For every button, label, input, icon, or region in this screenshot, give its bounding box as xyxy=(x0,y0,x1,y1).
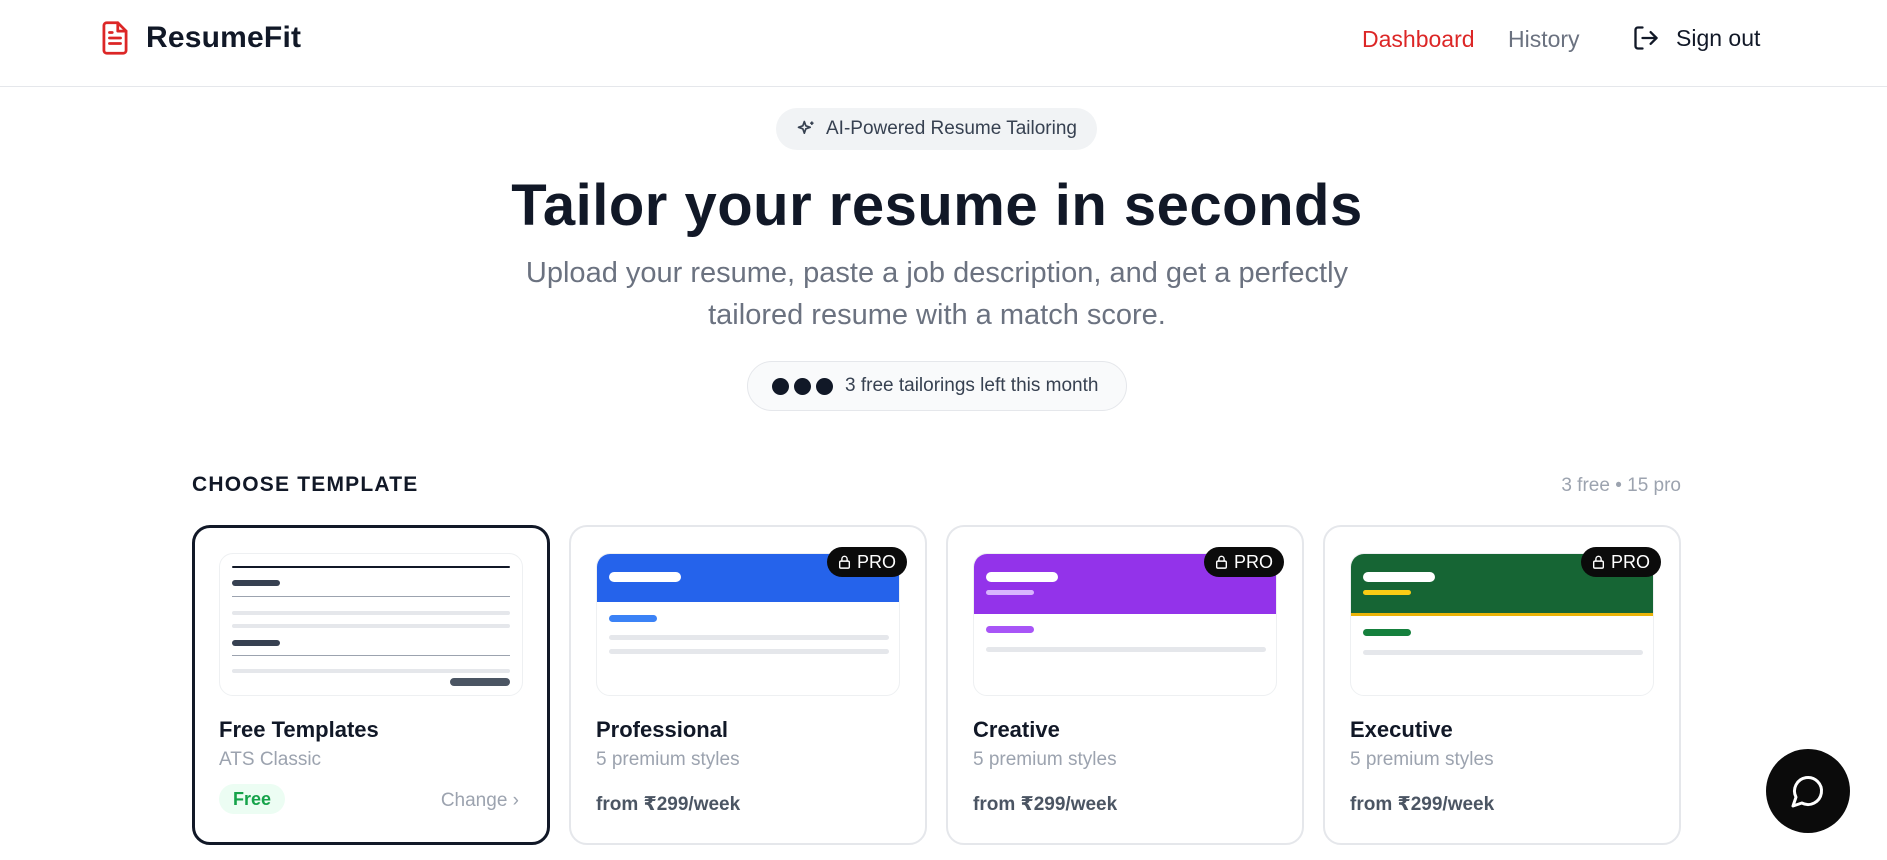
template-subtitle: 5 premium styles xyxy=(1350,749,1494,770)
template-name: Executive xyxy=(1350,717,1453,742)
quota-dot xyxy=(794,377,811,395)
lock-icon xyxy=(1215,555,1227,569)
quota-dot xyxy=(772,377,789,395)
template-price: from ₹299/week xyxy=(1350,794,1495,815)
template-name: Creative xyxy=(973,717,1060,742)
template-name: Free Templates xyxy=(219,717,379,742)
sparkle-icon xyxy=(797,120,814,134)
nav-dashboard[interactable]: Dashboard xyxy=(1362,26,1475,53)
quota-text: 3 free tailorings left this month xyxy=(845,375,1099,396)
nav-history[interactable]: History xyxy=(1508,26,1580,53)
pro-label: PRO xyxy=(856,551,896,572)
lock-icon xyxy=(1592,555,1604,569)
lock-icon xyxy=(838,555,850,569)
quota-dots xyxy=(772,377,833,395)
template-price: from ₹299/week xyxy=(973,794,1118,815)
chat-bubble-icon xyxy=(1791,775,1824,808)
template-card-free[interactable]: Free Templates ATS Classic Free Change › xyxy=(192,525,550,845)
template-price: from ₹299/week xyxy=(596,794,741,815)
template-subtitle: 5 premium styles xyxy=(596,749,740,770)
section-title: CHOOSE TEMPLATE xyxy=(192,473,419,496)
ai-badge: AI-Powered Resume Tailoring xyxy=(776,108,1097,150)
ai-badge-label: AI-Powered Resume Tailoring xyxy=(826,118,1077,139)
template-preview xyxy=(219,553,523,696)
sign-out-label: Sign out xyxy=(1676,24,1761,51)
template-count: 3 free • 15 pro xyxy=(1561,475,1681,496)
top-header: ResumeFit Dashboard History Sign out xyxy=(0,0,1887,87)
template-name: Professional xyxy=(596,717,729,742)
logout-icon xyxy=(1634,26,1658,50)
quota-indicator: 3 free tailorings left this month xyxy=(747,361,1127,411)
template-card-professional[interactable]: PRO Professional 5 premium styles from ₹… xyxy=(569,525,927,845)
free-badge: Free xyxy=(219,784,286,814)
template-subtitle: ATS Classic xyxy=(219,749,322,770)
template-card-creative[interactable]: PRO Creative 5 premium styles from ₹299/… xyxy=(946,525,1304,845)
page-subtitle: Upload your resume, paste a job descript… xyxy=(525,257,1349,331)
pro-badge: PRO xyxy=(1203,547,1284,577)
pro-label: PRO xyxy=(1233,551,1273,572)
template-card-executive[interactable]: PRO Executive 5 premium styles from ₹299… xyxy=(1323,525,1681,845)
template-subtitle: 5 premium styles xyxy=(973,749,1117,770)
page-title: Tailor your resume in seconds xyxy=(511,173,1363,238)
pro-badge: PRO xyxy=(1580,547,1661,577)
change-template-link[interactable]: Change › xyxy=(441,790,519,812)
chat-button[interactable] xyxy=(1766,749,1850,833)
pro-label: PRO xyxy=(1610,551,1650,572)
main-nav: Dashboard History Sign out xyxy=(0,24,1887,64)
sign-out-button[interactable]: Sign out xyxy=(1632,24,1760,52)
quota-dot xyxy=(816,377,833,395)
pro-badge: PRO xyxy=(826,547,907,577)
